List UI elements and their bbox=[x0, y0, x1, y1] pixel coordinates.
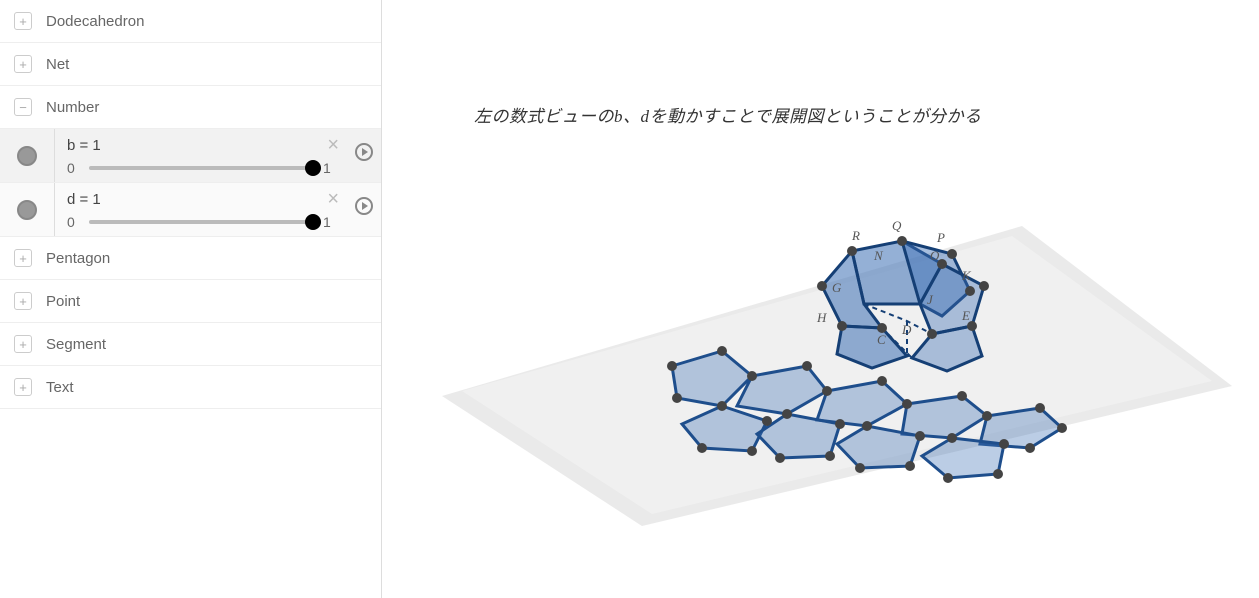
category-label: Point bbox=[46, 293, 80, 310]
visibility-toggle-d[interactable] bbox=[0, 200, 54, 220]
category-toggle-pentagon[interactable]: + Pentagon bbox=[0, 237, 381, 279]
plus-icon: + bbox=[14, 292, 32, 310]
delete-b-button[interactable]: × bbox=[327, 135, 339, 155]
category-toggle-number[interactable]: − Number bbox=[0, 86, 381, 128]
plus-icon: + bbox=[14, 55, 32, 73]
category-label: Segment bbox=[46, 336, 106, 353]
category-point: + Point bbox=[0, 280, 381, 323]
category-label: Pentagon bbox=[46, 250, 110, 267]
category-label: Dodecahedron bbox=[46, 13, 144, 30]
category-toggle-point[interactable]: + Point bbox=[0, 280, 381, 322]
3d-graphics-view[interactable]: 左の数式ビューのb、dを動かすことで展開図ということが分かる bbox=[382, 0, 1259, 598]
dodecahedron-3d-render bbox=[412, 186, 1232, 546]
slider-min-b: 0 bbox=[67, 160, 79, 176]
slider-row-d: × d = 1 0 1 bbox=[0, 182, 381, 236]
vertex-label-C: C bbox=[877, 332, 886, 348]
vertex-label-E: E bbox=[962, 308, 970, 324]
delete-d-button[interactable]: × bbox=[327, 189, 339, 209]
instruction-text: 左の数式ビューのb、dを動かすことで展開図ということが分かる bbox=[474, 102, 1219, 127]
dot-icon bbox=[17, 146, 37, 166]
visibility-toggle-b[interactable] bbox=[0, 146, 54, 166]
vertex-label-O: O bbox=[930, 248, 939, 264]
slider-row-b: × b = 1 0 1 bbox=[0, 128, 381, 182]
category-label: Text bbox=[46, 379, 74, 396]
category-label: Net bbox=[46, 56, 69, 73]
category-pentagon: + Pentagon bbox=[0, 237, 381, 280]
slider-max-d: 1 bbox=[323, 214, 335, 230]
plus-icon: + bbox=[14, 335, 32, 353]
slider-track-b[interactable] bbox=[89, 166, 313, 170]
vertex-label-K: K bbox=[962, 268, 971, 284]
dot-icon bbox=[17, 200, 37, 220]
vertex-label-G: G bbox=[832, 280, 841, 296]
play-button-b[interactable] bbox=[355, 143, 373, 161]
play-container-b bbox=[347, 143, 381, 169]
vertex-label-Q: Q bbox=[892, 218, 901, 234]
category-text: + Text bbox=[0, 366, 381, 409]
category-toggle-dodecahedron[interactable]: + Dodecahedron bbox=[0, 0, 381, 42]
vertex-label-H: H bbox=[817, 310, 826, 326]
category-net: + Net bbox=[0, 43, 381, 86]
slider-label-d: d = 1 bbox=[67, 191, 335, 208]
category-label: Number bbox=[46, 99, 99, 116]
vertex-label-D: D bbox=[902, 322, 911, 338]
algebra-sidebar: + Dodecahedron + Net − Number × b = 1 0 bbox=[0, 0, 382, 598]
slider-thumb-b[interactable] bbox=[305, 160, 321, 176]
slider-control-b: 0 1 bbox=[67, 160, 335, 176]
slider-track-d[interactable] bbox=[89, 220, 313, 224]
vertex-label-P: P bbox=[937, 230, 945, 246]
category-number: − Number × b = 1 0 1 bbox=[0, 86, 381, 237]
slider-control-d: 0 1 bbox=[67, 214, 335, 230]
category-toggle-net[interactable]: + Net bbox=[0, 43, 381, 85]
category-dodecahedron: + Dodecahedron bbox=[0, 0, 381, 43]
play-container-d bbox=[347, 197, 381, 223]
plus-icon: + bbox=[14, 378, 32, 396]
slider-min-d: 0 bbox=[67, 214, 79, 230]
plus-icon: + bbox=[14, 249, 32, 267]
category-toggle-segment[interactable]: + Segment bbox=[0, 323, 381, 365]
slider-body-b: × b = 1 0 1 bbox=[54, 129, 347, 182]
plus-icon: + bbox=[14, 12, 32, 30]
play-button-d[interactable] bbox=[355, 197, 373, 215]
category-segment: + Segment bbox=[0, 323, 381, 366]
slider-thumb-d[interactable] bbox=[305, 214, 321, 230]
slider-body-d: × d = 1 0 1 bbox=[54, 183, 347, 236]
vertex-label-R: R bbox=[852, 228, 860, 244]
category-toggle-text[interactable]: + Text bbox=[0, 366, 381, 408]
vertex-label-N: N bbox=[874, 248, 883, 264]
slider-max-b: 1 bbox=[323, 160, 335, 176]
minus-icon: − bbox=[14, 98, 32, 116]
slider-label-b: b = 1 bbox=[67, 137, 335, 154]
vertex-label-J: J bbox=[927, 292, 933, 308]
